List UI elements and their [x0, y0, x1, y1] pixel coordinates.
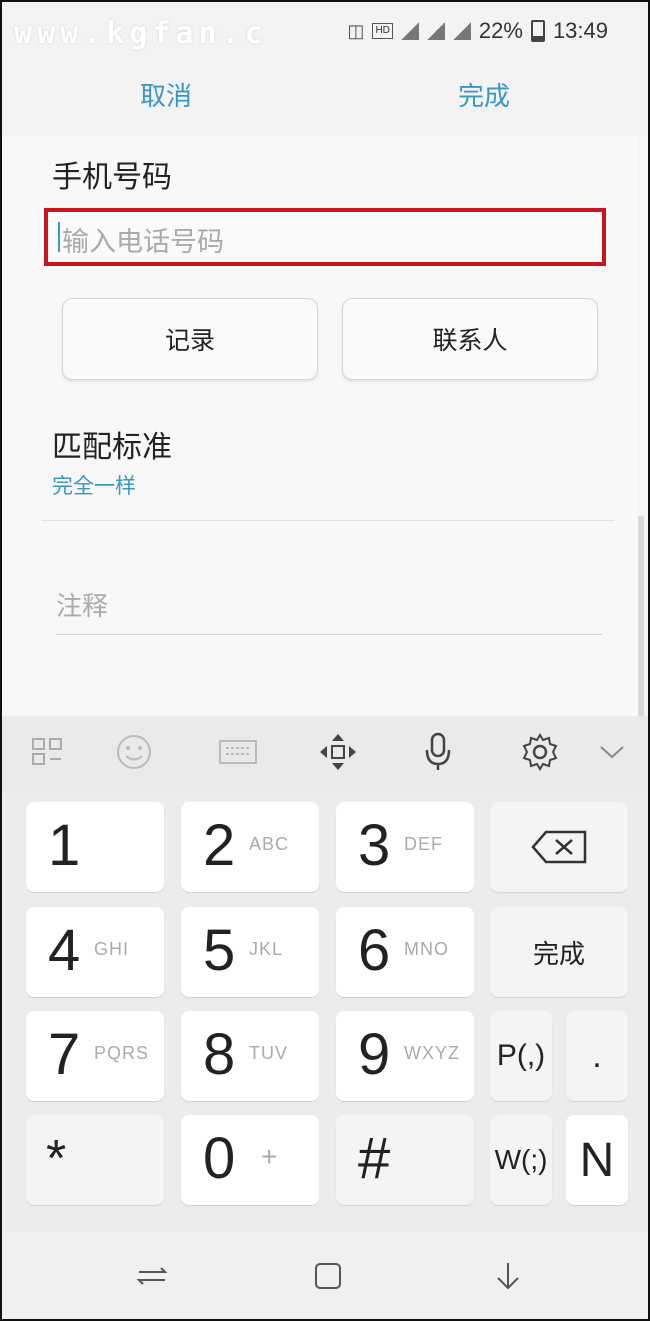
key-3[interactable]: 3 DEF: [336, 802, 474, 892]
key-letters: GHI: [94, 939, 130, 959]
key-digit: 4: [48, 918, 81, 983]
n-key-label: N: [579, 1133, 615, 1187]
phone-number-label: 手机号码: [52, 160, 172, 195]
backspace-key[interactable]: [490, 802, 628, 892]
navigation-bar: [2, 1232, 648, 1319]
notes-underline: [56, 634, 602, 635]
scrollbar[interactable]: [638, 516, 644, 716]
pause-key-label: P(,): [496, 1039, 546, 1072]
contacts-button[interactable]: 联系人: [342, 298, 598, 380]
key-letters: DEF: [404, 834, 443, 854]
phone-number-placeholder: 输入电话号码: [62, 227, 224, 258]
pause-key[interactable]: P(,): [490, 1011, 552, 1101]
hd-icon: HD: [372, 23, 393, 39]
key-4[interactable]: 4 GHI: [26, 907, 164, 997]
key-digit: 3: [358, 813, 391, 878]
grid-icon[interactable]: [28, 732, 68, 772]
action-bar: 取消 完成: [2, 60, 648, 136]
keyboard-done-label: 完成: [532, 938, 585, 969]
status-icons: ◫ HD 22% 13:49: [347, 18, 608, 44]
key-9[interactable]: 9 WXYZ: [336, 1011, 474, 1101]
period-key-label: .: [592, 1036, 602, 1075]
key-digit: 0: [203, 1126, 236, 1191]
clock: 13:49: [552, 18, 608, 43]
key-hash[interactable]: #: [336, 1115, 474, 1205]
status-bar: www.kgfan.c ◫ HD 22% 13:49: [2, 2, 648, 60]
done-button[interactable]: 完成: [458, 76, 510, 113]
key-letters: ABC: [249, 834, 290, 854]
key-star[interactable]: *: [26, 1115, 164, 1205]
key-letters: TUV: [249, 1043, 288, 1063]
battery-icon: [530, 20, 545, 42]
key-0[interactable]: 0 +: [181, 1115, 319, 1205]
key-letters: MNO: [404, 939, 449, 959]
keyboard-toolbar: [2, 716, 648, 790]
divider: [42, 520, 614, 521]
4g-signal-icon: [426, 22, 445, 40]
key-digit: 6: [358, 918, 391, 983]
move-icon[interactable]: [316, 732, 360, 772]
watermark: www.kgfan.c: [14, 16, 268, 51]
wait-key[interactable]: W(;): [490, 1115, 552, 1205]
key-letters: +: [261, 1141, 279, 1172]
key-digit: 1: [48, 813, 81, 878]
microphone-icon[interactable]: [420, 732, 456, 772]
key-digit: *: [46, 1130, 67, 1188]
key-digit: #: [358, 1126, 391, 1191]
key-letters: PQRS: [94, 1043, 150, 1063]
phone-number-input[interactable]: 输入电话号码: [44, 208, 606, 266]
key-8[interactable]: 8 TUV: [181, 1011, 319, 1101]
key-5[interactable]: 5 JKL: [181, 907, 319, 997]
key-digit: 7: [48, 1022, 81, 1087]
notes-input[interactable]: 注释: [56, 586, 108, 623]
block-number-form: 手机号码 输入电话号码 记录 联系人 匹配标准 完全一样 注释: [2, 136, 638, 716]
home-icon[interactable]: [308, 1256, 348, 1296]
key-letters: JKL: [249, 939, 284, 959]
wifi-signal-icon: [400, 22, 419, 40]
match-criteria-label[interactable]: 匹配标准: [52, 422, 172, 466]
cancel-button[interactable]: 取消: [140, 76, 192, 113]
back-icon[interactable]: [488, 1256, 528, 1296]
key-digit: 2: [203, 813, 236, 878]
vibrate-icon: ◫: [347, 20, 365, 41]
keyboard-icon[interactable]: [216, 732, 260, 772]
key-letters: WXYZ: [404, 1043, 460, 1063]
match-criteria-value[interactable]: 完全一样: [52, 470, 136, 500]
key-digit: 5: [203, 918, 236, 983]
wait-key-label: W(;): [494, 1144, 548, 1175]
battery-percent: 22%: [478, 18, 523, 43]
key-6[interactable]: 6 MNO: [336, 907, 474, 997]
keyboard-done-key[interactable]: 完成: [490, 907, 628, 997]
phone-screen: www.kgfan.c ◫ HD 22% 13:49 取消 完成 手机号码 输入…: [0, 0, 650, 1321]
recent-apps-icon[interactable]: [132, 1256, 172, 1296]
dial-keypad: 1 2 ABC 3 DEF 4 GHI 5 JKL 6 MNO 7 PQRS 8 TUV 9 WXYZ * 0 + # …: [2, 790, 648, 1232]
n-key[interactable]: N: [566, 1115, 628, 1205]
key-7[interactable]: 7 PQRS: [26, 1011, 164, 1101]
backspace-icon: [531, 830, 587, 864]
key-digit: 8: [203, 1022, 236, 1087]
chevron-down-icon[interactable]: [596, 732, 628, 772]
gear-icon[interactable]: [518, 732, 562, 772]
period-key[interactable]: .: [566, 1011, 628, 1101]
key-2[interactable]: 2 ABC: [181, 802, 319, 892]
key-1[interactable]: 1: [26, 802, 164, 892]
emoji-icon[interactable]: [112, 732, 156, 772]
cell-signal-icon: [452, 22, 471, 40]
key-digit: 9: [358, 1022, 391, 1087]
log-button[interactable]: 记录: [62, 298, 318, 380]
text-cursor: [58, 222, 60, 252]
